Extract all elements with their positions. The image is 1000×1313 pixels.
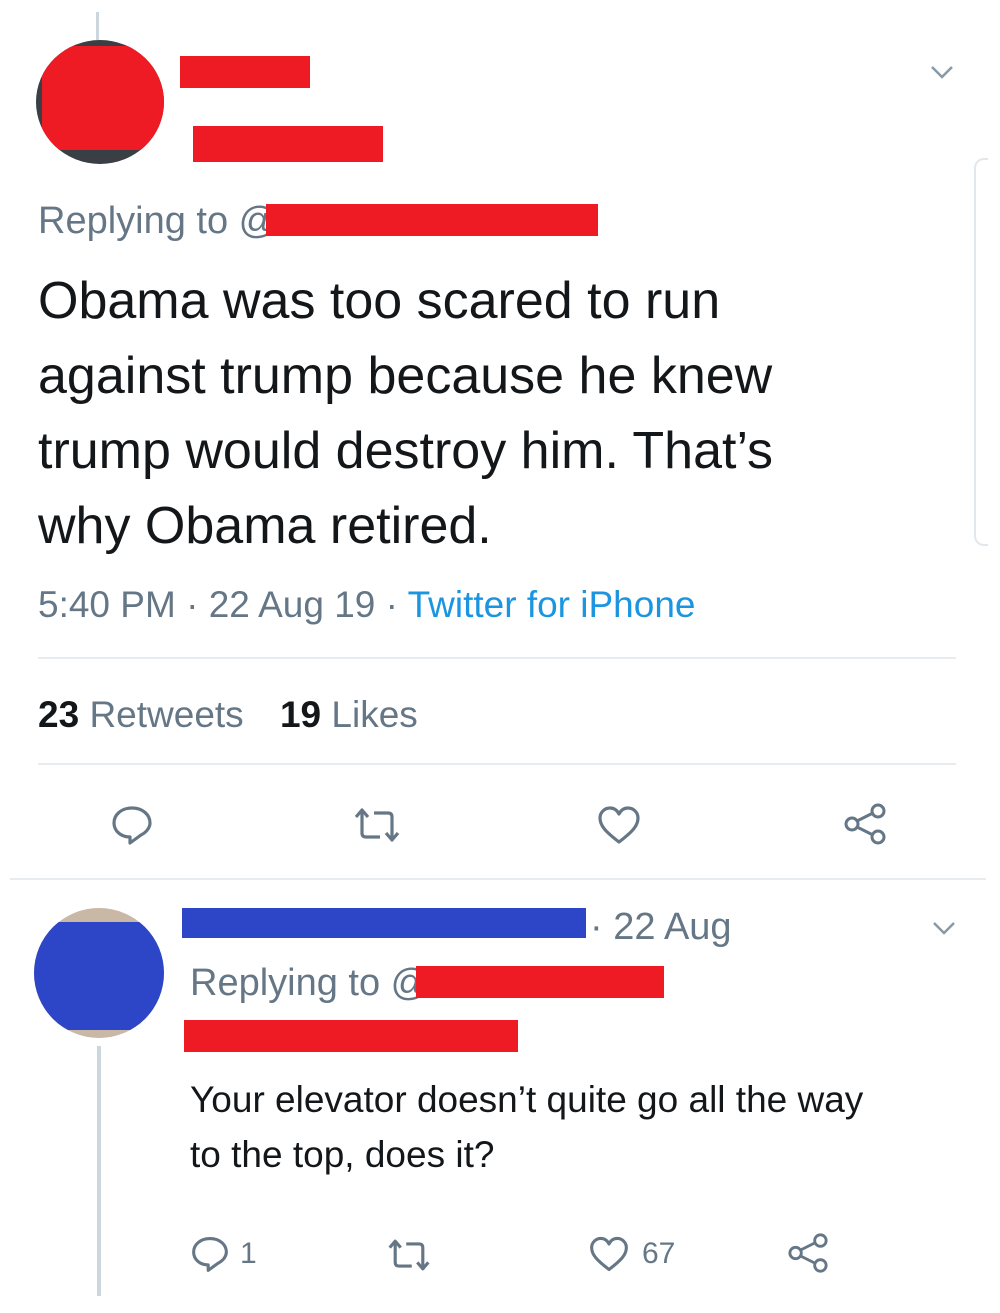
tweet-stats: 23 Retweets 19 Likes bbox=[38, 692, 418, 738]
retweet-icon[interactable] bbox=[386, 1236, 432, 1274]
username-redaction[interactable] bbox=[193, 126, 383, 162]
chevron-down-icon[interactable] bbox=[930, 918, 958, 938]
tweet-text: Obama was too scared to run against trum… bbox=[38, 264, 773, 564]
reply-user-redaction[interactable] bbox=[182, 908, 586, 938]
replying-to-label: Replying to @ bbox=[38, 200, 278, 242]
tweet-text-line: trump would destroy him. That’s bbox=[38, 422, 774, 480]
divider bbox=[10, 878, 986, 880]
share-icon[interactable] bbox=[842, 802, 888, 846]
reply-avatar-redaction bbox=[34, 922, 164, 1030]
tweet-time[interactable]: 5:40 PM bbox=[38, 584, 176, 625]
reply-text: Your elevator doesn’t quite go all the w… bbox=[190, 1072, 863, 1182]
divider bbox=[38, 763, 956, 765]
reply-replying-to-label: Replying to @ bbox=[190, 962, 430, 1004]
reply-like-action[interactable]: 67 bbox=[588, 1234, 675, 1274]
chevron-down-icon[interactable] bbox=[928, 62, 956, 82]
retweets-count: 23 bbox=[38, 694, 80, 735]
tweet-source[interactable]: Twitter for iPhone bbox=[408, 584, 696, 625]
reply-replying-to-redaction[interactable] bbox=[416, 966, 664, 998]
scrollbar[interactable] bbox=[974, 158, 988, 546]
reply-text-line: to the top, does it? bbox=[190, 1134, 495, 1175]
reply-text-line: Your elevator doesn’t quite go all the w… bbox=[190, 1079, 864, 1120]
thread-stub bbox=[96, 12, 99, 40]
likes-label: Likes bbox=[331, 694, 418, 735]
tweet-text-line: Obama was too scared to run bbox=[38, 272, 721, 330]
share-icon[interactable] bbox=[786, 1232, 830, 1274]
reply-avatar[interactable] bbox=[34, 908, 164, 1038]
tweet-date[interactable]: 22 Aug 19 bbox=[209, 584, 376, 625]
reply-reply-action[interactable]: 1 bbox=[190, 1234, 257, 1274]
retweets-label: Retweets bbox=[89, 694, 244, 735]
avatar[interactable] bbox=[36, 40, 164, 164]
tweet-text-line: against trump because he knew bbox=[38, 347, 773, 405]
thread-line bbox=[97, 1046, 101, 1296]
avatar-redaction bbox=[42, 46, 164, 150]
like-count: 67 bbox=[642, 1237, 676, 1270]
likes-count: 19 bbox=[279, 694, 322, 735]
replying-to-handle-redaction[interactable] bbox=[266, 204, 598, 236]
tweet-meta: 5:40 PM · 22 Aug 19 · Twitter for iPhone bbox=[38, 582, 695, 628]
reply-handle-redaction[interactable] bbox=[184, 1020, 518, 1052]
tweet-text-line: why Obama retired. bbox=[38, 497, 492, 555]
retweets-stat[interactable]: 23 Retweets bbox=[38, 694, 244, 735]
display-name-redaction[interactable] bbox=[180, 56, 310, 88]
reply-count: 1 bbox=[240, 1237, 257, 1270]
like-icon[interactable] bbox=[596, 804, 642, 846]
reply-date[interactable]: · 22 Aug bbox=[590, 904, 732, 950]
meta-separator: · bbox=[375, 584, 408, 625]
like-icon bbox=[588, 1234, 630, 1274]
retweet-icon[interactable] bbox=[352, 805, 402, 845]
meta-separator: · bbox=[175, 584, 209, 625]
likes-stat[interactable]: 19 Likes bbox=[280, 694, 418, 735]
reply-icon[interactable] bbox=[110, 803, 154, 847]
reply-icon bbox=[190, 1234, 230, 1274]
divider bbox=[38, 657, 956, 659]
